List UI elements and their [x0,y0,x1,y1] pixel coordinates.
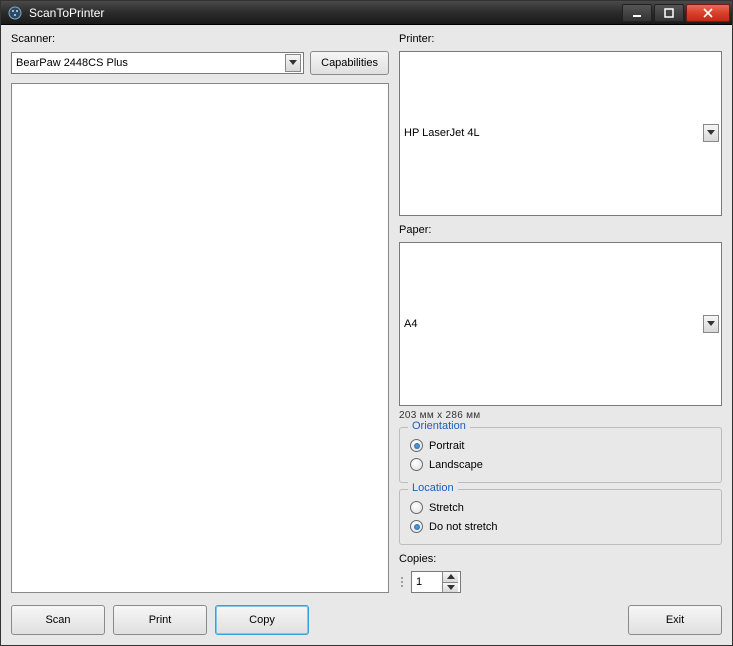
paper-select[interactable]: A4 [399,242,722,407]
copies-label: Copies: [399,553,722,565]
radio-icon [410,458,423,471]
content-area: Scanner: BearPaw 2448CS Plus Capabilitie… [1,25,732,645]
location-legend: Location [408,482,458,494]
bottom-bar: Scan Print Copy Exit [11,599,722,635]
right-column: Printer: HP LaserJet 4L Paper: A4 203 мм… [399,33,722,593]
paper-label: Paper: [399,224,722,236]
printer-select[interactable]: HP LaserJet 4L [399,51,722,216]
copies-spinner[interactable] [411,571,461,593]
radio-icon [410,501,423,514]
minimize-button[interactable] [622,4,652,22]
paper-selected-value: A4 [404,318,703,330]
location-no-stretch-option[interactable]: Do not stretch [410,517,711,536]
grip-icon [399,571,405,593]
orientation-portrait-label: Portrait [429,440,464,452]
maximize-button[interactable] [654,4,684,22]
orientation-landscape-label: Landscape [429,459,483,471]
orientation-portrait-option[interactable]: Portrait [410,436,711,455]
capabilities-button[interactable]: Capabilities [310,51,389,75]
close-button[interactable] [686,4,730,22]
window-title: ScanToPrinter [29,6,620,20]
scan-preview [11,83,389,593]
main-area: Scanner: BearPaw 2448CS Plus Capabilitie… [11,33,722,593]
window-buttons [620,4,730,22]
scanner-label: Scanner: [11,33,389,45]
copies-input[interactable] [412,572,442,592]
copies-up-button[interactable] [442,572,458,582]
app-window: ScanToPrinter Scanner: BearPaw 2448CS Pl… [0,0,733,646]
orientation-legend: Orientation [408,420,470,432]
radio-icon [410,439,423,452]
copies-down-button[interactable] [442,582,458,593]
location-group: Location Stretch Do not stretch [399,489,722,545]
location-stretch-label: Stretch [429,502,464,514]
left-column: Scanner: BearPaw 2448CS Plus Capabilitie… [11,33,389,593]
location-stretch-option[interactable]: Stretch [410,498,711,517]
location-no-stretch-label: Do not stretch [429,521,497,533]
orientation-landscape-option[interactable]: Landscape [410,455,711,474]
orientation-group: Orientation Portrait Landscape [399,427,722,483]
printer-label: Printer: [399,33,722,45]
chevron-down-icon [285,54,301,72]
printer-selected-value: HP LaserJet 4L [404,127,703,139]
chevron-down-icon [703,124,719,142]
scan-button[interactable]: Scan [11,605,105,635]
print-button[interactable]: Print [113,605,207,635]
chevron-down-icon [703,315,719,333]
spacer [317,605,620,635]
copy-button[interactable]: Copy [215,605,309,635]
scanner-selected-value: BearPaw 2448CS Plus [16,57,285,69]
exit-button[interactable]: Exit [628,605,722,635]
radio-icon [410,520,423,533]
scanner-select[interactable]: BearPaw 2448CS Plus [11,52,304,74]
app-icon [7,5,23,21]
titlebar: ScanToPrinter [1,1,732,25]
